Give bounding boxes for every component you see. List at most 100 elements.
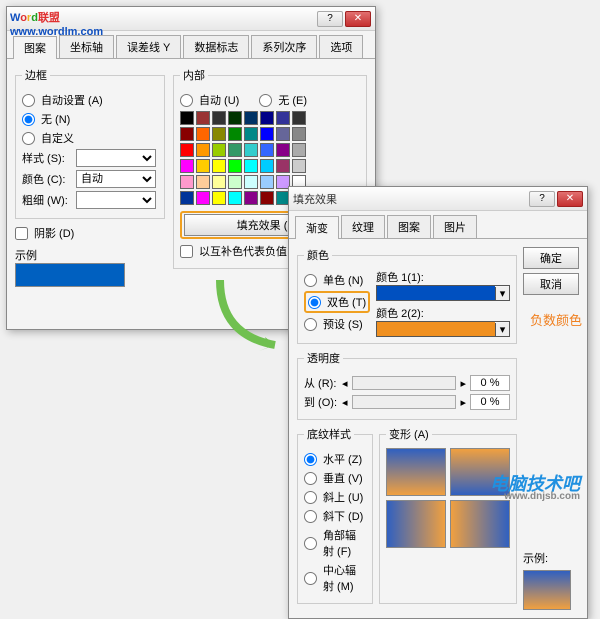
color-swatch[interactable]	[180, 159, 194, 173]
watermark-url2: www.dnjsb.com	[504, 491, 580, 502]
tab-gradient[interactable]: 渐变	[295, 216, 339, 239]
dialog-title: 填充效果	[293, 191, 529, 207]
color-swatch[interactable]	[212, 111, 226, 125]
color-swatch[interactable]	[244, 111, 258, 125]
color-swatch[interactable]	[260, 111, 274, 125]
style-group: 底纹样式 水平 (Z) 垂直 (V) 斜上 (U) 斜下 (D) 角部辐射 (F…	[297, 426, 373, 604]
from-slider[interactable]	[352, 376, 457, 390]
color-swatch[interactable]	[228, 127, 242, 141]
border-custom-radio[interactable]	[22, 132, 35, 145]
tab-picture[interactable]: 图片	[433, 215, 477, 238]
color-swatch[interactable]	[260, 175, 274, 189]
color-swatch[interactable]	[276, 111, 290, 125]
color-swatch[interactable]	[180, 143, 194, 157]
close-button[interactable]: ✕	[345, 11, 371, 27]
two-color-radio[interactable]	[308, 296, 321, 309]
cancel-button[interactable]: 取消	[523, 273, 579, 295]
color2-picker[interactable]: ▾	[376, 321, 510, 337]
color-swatch[interactable]	[212, 175, 226, 189]
color-swatch[interactable]	[212, 127, 226, 141]
color-swatch[interactable]	[260, 191, 274, 205]
vert-radio[interactable]	[304, 472, 317, 485]
center-radio[interactable]	[304, 572, 317, 585]
color-swatch[interactable]	[196, 191, 210, 205]
color1-label: 颜色 1(1):	[376, 272, 424, 284]
color-swatch[interactable]	[260, 127, 274, 141]
color2-label: 颜色 2(2):	[376, 305, 510, 321]
color-swatch[interactable]	[276, 143, 290, 157]
preset-radio[interactable]	[304, 318, 317, 331]
color-swatch[interactable]	[212, 143, 226, 157]
color-swatch[interactable]	[196, 127, 210, 141]
color-swatch[interactable]	[196, 159, 210, 173]
one-color-radio[interactable]	[304, 274, 317, 287]
border-none-radio[interactable]	[22, 113, 35, 126]
tab-pattern[interactable]: 图案	[387, 215, 431, 238]
color-swatch[interactable]	[196, 143, 210, 157]
color-swatch[interactable]	[260, 159, 274, 173]
variant-group: 变形 (A)	[379, 426, 517, 604]
color-swatch[interactable]	[292, 159, 306, 173]
to-slider[interactable]	[352, 395, 457, 409]
tab-errorbar[interactable]: 误差线 Y	[116, 35, 181, 58]
watermark-url: www.wordlm.com	[10, 26, 103, 38]
color-swatch[interactable]	[244, 143, 258, 157]
color-swatch[interactable]	[292, 111, 306, 125]
tab-datalabel[interactable]: 数据标志	[183, 35, 249, 58]
color-swatch[interactable]	[180, 111, 194, 125]
tab-pattern[interactable]: 图案	[13, 36, 57, 59]
corner-radio[interactable]	[304, 537, 317, 550]
color-swatch[interactable]	[228, 111, 242, 125]
horiz-radio[interactable]	[304, 453, 317, 466]
color-swatch[interactable]	[196, 111, 210, 125]
color-swatch[interactable]	[196, 175, 210, 189]
weight-select[interactable]	[76, 191, 156, 209]
shadow-checkbox[interactable]	[15, 227, 28, 240]
watermark-brand: Word联盟	[10, 8, 60, 25]
color-swatch[interactable]	[228, 143, 242, 157]
color-swatch[interactable]	[180, 127, 194, 141]
color1-picker[interactable]: ▾	[376, 285, 510, 301]
border-auto-radio[interactable]	[22, 94, 35, 107]
color-select[interactable]: 自动	[76, 170, 156, 188]
color-swatch[interactable]	[212, 159, 226, 173]
color-swatch[interactable]	[228, 191, 242, 205]
color-swatch[interactable]	[244, 191, 258, 205]
colors-group: 颜色 单色 (N) 双色 (T) 预设 (S) 颜色 1(1): ▾ 颜色 2(…	[297, 247, 517, 344]
to-value[interactable]: 0 %	[470, 394, 510, 410]
help-button[interactable]: ?	[529, 191, 555, 207]
color-swatch[interactable]	[180, 191, 194, 205]
inner-auto-radio[interactable]	[180, 94, 193, 107]
tab-axis[interactable]: 坐标轴	[59, 35, 114, 58]
diag2-radio[interactable]	[304, 510, 317, 523]
help-button[interactable]: ?	[317, 11, 343, 27]
color-swatch[interactable]	[180, 175, 194, 189]
chevron-down-icon[interactable]: ▾	[495, 287, 509, 300]
color-swatch[interactable]	[228, 159, 242, 173]
chevron-down-icon[interactable]: ▾	[495, 323, 509, 336]
color-swatch[interactable]	[212, 191, 226, 205]
color-swatch[interactable]	[244, 127, 258, 141]
color-swatch[interactable]	[292, 143, 306, 157]
variant-3[interactable]	[386, 500, 446, 548]
tab-options[interactable]: 选项	[319, 35, 363, 58]
color-swatch[interactable]	[276, 127, 290, 141]
variant-1[interactable]	[386, 448, 446, 496]
tab-texture[interactable]: 纹理	[341, 215, 385, 238]
close-button[interactable]: ✕	[557, 191, 583, 207]
color-swatch[interactable]	[276, 159, 290, 173]
color-swatch[interactable]	[228, 175, 242, 189]
fill-effect-dialog: 填充效果 ? ✕ 渐变 纹理 图案 图片 颜色 单色 (N) 双色 (T) 预设…	[288, 186, 588, 619]
inner-none-radio[interactable]	[259, 94, 272, 107]
invert-neg-checkbox[interactable]	[180, 245, 193, 258]
style-select[interactable]	[76, 149, 156, 167]
from-value[interactable]: 0 %	[470, 375, 510, 391]
color-swatch[interactable]	[244, 175, 258, 189]
ok-button[interactable]: 确定	[523, 247, 579, 269]
tab-strip: 渐变 纹理 图案 图片	[289, 211, 587, 239]
color-swatch[interactable]	[292, 127, 306, 141]
variant-4[interactable]	[450, 500, 510, 548]
color-swatch[interactable]	[244, 159, 258, 173]
tab-order[interactable]: 系列次序	[251, 35, 317, 58]
color-swatch[interactable]	[260, 143, 274, 157]
